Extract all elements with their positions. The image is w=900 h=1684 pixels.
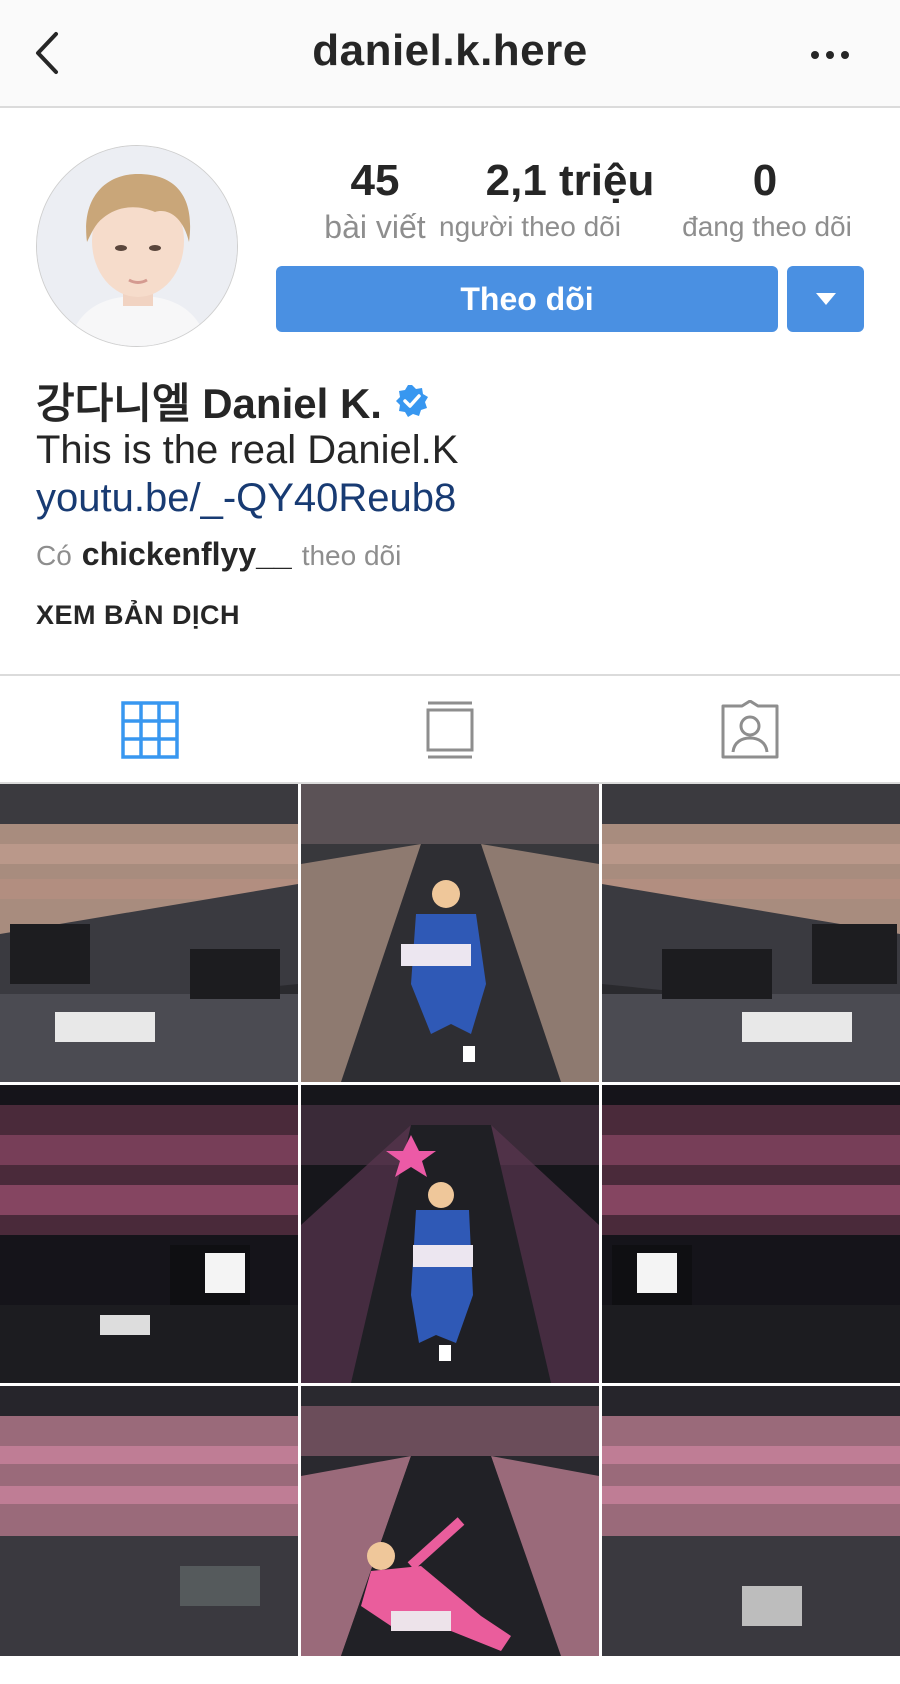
post-image bbox=[301, 1085, 599, 1383]
post-image bbox=[0, 784, 298, 1082]
post-thumbnail[interactable] bbox=[602, 1085, 900, 1383]
profile-username-title: daniel.k.here bbox=[312, 26, 588, 75]
suggestions-dropdown-button[interactable] bbox=[787, 266, 864, 332]
post-image bbox=[301, 1386, 599, 1656]
post-image bbox=[0, 1386, 298, 1656]
post-thumbnail[interactable] bbox=[0, 1085, 298, 1383]
following-count: 0 bbox=[752, 156, 778, 205]
post-thumbnail[interactable] bbox=[301, 1386, 599, 1684]
profile-bio: This is the real Daniel.K bbox=[36, 428, 459, 472]
followed-by-prefix: Có bbox=[36, 540, 72, 571]
post-image bbox=[602, 1386, 900, 1656]
posts-label: bài viết bbox=[324, 209, 426, 245]
post-thumbnail[interactable] bbox=[301, 784, 599, 1082]
verified-badge-icon bbox=[395, 384, 428, 417]
caret-down-icon bbox=[815, 293, 836, 305]
profile-name-row: 강다니엘 Daniel K. bbox=[36, 370, 430, 431]
followers-stat[interactable]: 2,1 triệu người theo dõi bbox=[439, 155, 670, 247]
followers-label: người theo dõi bbox=[439, 211, 621, 242]
see-translation-link[interactable]: XEM BẢN DỊCH bbox=[36, 600, 240, 631]
post-thumbnail[interactable] bbox=[0, 1386, 298, 1684]
posts-stat: 45 bài viết bbox=[300, 155, 450, 247]
tagged-person-icon[interactable] bbox=[720, 700, 780, 760]
followed-by-line[interactable]: Có chickenflyy__ theo dõi bbox=[36, 536, 401, 573]
post-thumbnail[interactable] bbox=[602, 784, 900, 1082]
following-label: đang theo dõi bbox=[682, 211, 852, 242]
post-image bbox=[0, 1085, 298, 1383]
following-stat[interactable]: 0 đang theo dõi bbox=[680, 155, 852, 247]
post-image bbox=[301, 784, 599, 1082]
posts-grid bbox=[0, 784, 900, 1656]
profile-tabs bbox=[0, 674, 900, 784]
more-horizontal-icon[interactable] bbox=[808, 48, 852, 62]
post-thumbnail[interactable] bbox=[0, 784, 298, 1082]
feed-icon[interactable] bbox=[420, 700, 480, 760]
top-bar: daniel.k.here bbox=[0, 0, 900, 108]
follow-button-label: Theo dõi bbox=[460, 280, 594, 317]
posts-count: 45 bbox=[350, 156, 400, 205]
grid-icon[interactable] bbox=[120, 700, 180, 760]
profile-avatar[interactable] bbox=[36, 145, 238, 347]
post-thumbnail[interactable] bbox=[301, 1085, 599, 1383]
post-image bbox=[602, 784, 900, 1082]
followed-by-suffix: theo dõi bbox=[301, 540, 402, 571]
profile-link[interactable]: youtu.be/_-QY40Reub8 bbox=[36, 476, 456, 521]
post-thumbnail[interactable] bbox=[602, 1386, 900, 1684]
profile-display-name: 강다니엘 Daniel K. bbox=[36, 380, 382, 427]
avatar-image bbox=[37, 146, 237, 346]
follow-button[interactable]: Theo dõi bbox=[276, 266, 778, 332]
post-image bbox=[602, 1085, 900, 1383]
followed-by-username[interactable]: chickenflyy__ bbox=[82, 536, 292, 573]
followers-count: 2,1 triệu bbox=[485, 156, 655, 205]
